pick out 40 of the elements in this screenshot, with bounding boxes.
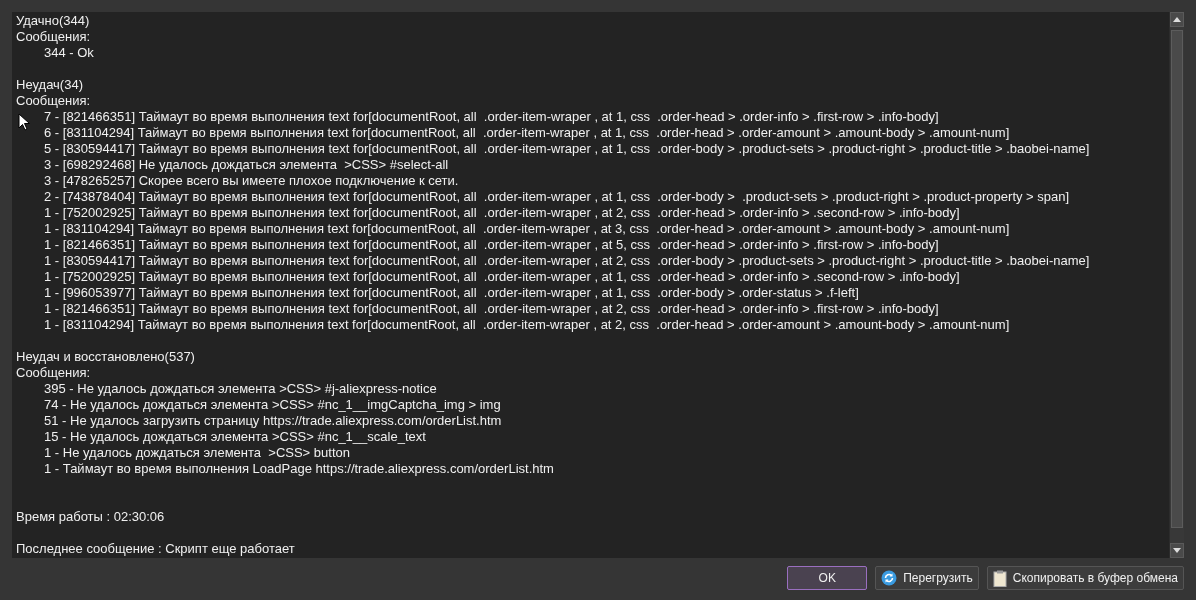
log-message: 3 - [698292468] Не удалось дождаться элемента >CSS> #select-all [44, 157, 449, 173]
log-message: 1 - Не удалось дождаться элемента >CSS> button [44, 445, 350, 461]
section-title: Неудач и восстановлено(537) [16, 349, 195, 365]
log-message: 1 - [831104294] Таймаут во время выполнения text for[documentRoot, all .order-item-wraper , at 2, css .order-head > .order-amount > .amount-body > .amount-num] [44, 317, 1010, 333]
scrollbar-thumb[interactable] [1171, 30, 1183, 528]
log-message: 395 - Не удалось дождаться элемента >CSS> #j-aliexpress-notice [44, 381, 437, 397]
log-message: 7 - [821466351] Таймаут во время выполнения text for[documentRoot, all .order-item-wraper , at 1, css .order-head > .order-info > .first-row > .info-body] [44, 109, 939, 125]
section-title: Удачно(344) [16, 13, 90, 29]
ok-button[interactable]: OK [787, 566, 868, 590]
log-message: 51 - Не удалось загрузить страницу https://trade.aliexpress.com/orderList.htm [44, 413, 502, 429]
copy-button[interactable]: Скопировать в буфер обмена [986, 566, 1184, 590]
log-message: 1 - [830594417] Таймаут во время выполнения text for[documentRoot, all .order-item-wraper , at 2, css .order-body > .product-sets > .product-right > .product-title > .baobei-name] [44, 253, 1090, 269]
reload-button[interactable]: Перегрузить [875, 566, 979, 590]
log-message: 1 - [821466351] Таймаут во время выполнения text for[documentRoot, all .order-item-wraper , at 5, css .order-head > .order-info > .first-row > .info-body] [44, 237, 939, 253]
section-subtitle: Сообщения: [16, 365, 91, 381]
section-title: Неудач(34) [16, 77, 83, 93]
log-message: 1 - Таймаут во время выполнения LoadPage https://trade.aliexpress.com/orderList.htm [44, 461, 554, 477]
scroll-down-button[interactable] [1170, 543, 1184, 558]
log-message: 1 - [821466351] Таймаут во время выполнения text for[documentRoot, all .order-item-wraper , at 2, css .order-head > .order-info > .first-row > .info-body] [44, 301, 939, 317]
log-message: 344 - Ok [44, 45, 94, 61]
log-message: 2 - [743878404] Таймаут во время выполнения text for[documentRoot, all .order-item-wraper , at 1, css .order-body > .product-sets > .product-right > .product-property > span] [44, 189, 1070, 205]
log-message: 1 - [752002925] Таймаут во время выполнения text for[documentRoot, all .order-item-wraper , at 1, css .order-head > .order-info > .second-row > .info-body] [44, 269, 960, 285]
log-message: 1 - [996053977] Таймаут во время выполнения text for[documentRoot, all .order-item-wraper , at 1, css .order-body > .order-status > .f-left] [44, 285, 859, 301]
log-message: 1 - [752002925] Таймаут во время выполнения text for[documentRoot, all .order-item-wraper , at 2, css .order-head > .order-info > .second-row > .info-body] [44, 205, 960, 221]
log-message: 15 - Не удалось дождаться элемента >CSS> #nc_1__scale_text [44, 429, 426, 445]
log-message: 5 - [830594417] Таймаут во время выполнения text for[documentRoot, all .order-item-wraper , at 1, css .order-body > .product-sets > .product-right > .product-title > .baobei-name] [44, 141, 1090, 157]
mouse-cursor-icon [18, 113, 30, 131]
run-time: Время работы : 02:30:06 [16, 509, 165, 525]
clipboard-icon [992, 569, 1007, 587]
down-arrow-icon [1173, 548, 1181, 553]
section-subtitle: Сообщения: [16, 29, 91, 45]
log-message: 3 - [478265257] Скорее всего вы имеете плохое подключение к сети. [44, 173, 459, 189]
log-message: 6 - [831104294] Таймаут во время выполнения text for[documentRoot, all .order-item-wraper , at 1, css .order-head > .order-amount > .amount-body > .amount-num] [44, 125, 1010, 141]
refresh-icon [881, 570, 898, 586]
up-arrow-icon [1173, 17, 1181, 22]
log-message: 1 - [831104294] Таймаут во время выполнения text for[documentRoot, all .order-item-wraper , at 3, css .order-head > .order-amount > .amount-body > .amount-num] [44, 221, 1010, 237]
log-message: 74 - Не удалось дождаться элемента >CSS> #nc_1__imgCaptcha_img > img [44, 397, 501, 413]
last-message: Последнее сообщение : Скрипт еще работает [16, 541, 295, 557]
scroll-up-button[interactable] [1170, 12, 1184, 27]
section-subtitle: Сообщения: [16, 93, 91, 109]
